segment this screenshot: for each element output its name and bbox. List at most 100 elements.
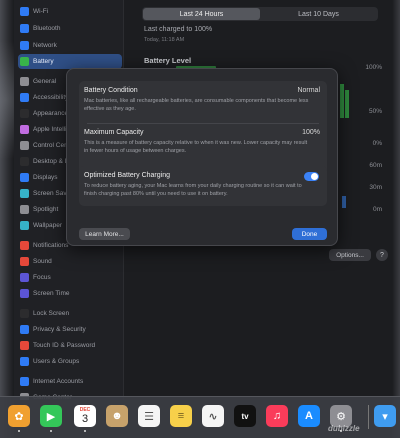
dock-icon-glyph: tv — [241, 411, 249, 421]
optimized-charging-title: Optimized Battery Charging — [84, 172, 170, 179]
downloads-icon[interactable]: ▾ — [374, 405, 396, 427]
reminders-icon[interactable]: ☰ — [138, 405, 160, 427]
battery-health-card: Battery Condition Normal Mac batteries, … — [79, 81, 327, 174]
sidebar-item-icon — [20, 257, 29, 266]
sidebar-item-internet-accounts[interactable]: Internet Accounts — [18, 374, 122, 389]
dock-icon-glyph: ⚙ — [336, 410, 346, 423]
photos-icon[interactable]: ✿ — [8, 405, 30, 427]
sidebar-item-touch-id-password[interactable]: Touch ID & Password — [18, 338, 122, 353]
sidebar-item-label: Screen Time — [33, 290, 70, 297]
optimized-charging-toggle[interactable] — [304, 172, 319, 181]
sidebar-item-label: Displays — [33, 174, 58, 181]
sidebar-item-icon — [20, 24, 29, 33]
sidebar-item-lock-screen[interactable]: Lock Screen — [18, 306, 122, 321]
sidebar-item-screen-time[interactable]: Screen Time — [18, 286, 122, 301]
last-charged-text: Last charged to 100% — [144, 26, 213, 33]
sidebar-item-icon — [20, 109, 29, 118]
sidebar-item-icon — [20, 157, 29, 166]
dock-icon-glyph: ✿ — [14, 410, 24, 423]
sidebar-item-bluetooth[interactable]: Bluetooth — [18, 21, 122, 36]
sidebar-item-focus[interactable]: Focus — [18, 270, 122, 285]
running-indicator — [50, 430, 52, 432]
sidebar-item-battery[interactable]: Battery — [18, 54, 122, 69]
screen-bezel-left — [0, 0, 14, 438]
sidebar-item-privacy-security[interactable]: Privacy & Security — [18, 322, 122, 337]
sidebar-item-label: Users & Groups — [33, 358, 80, 365]
dock-icon-glyph: ♫ — [272, 410, 282, 422]
battery-condition-description: Mac batteries, like all rechargeable bat… — [84, 98, 309, 112]
help-button[interactable]: ? — [376, 249, 388, 261]
sidebar-item-icon — [20, 341, 29, 350]
tab-last-24-hours[interactable]: Last 24 Hours — [143, 8, 260, 20]
running-indicator — [18, 430, 20, 432]
sidebar-item-icon — [20, 221, 29, 230]
sidebar-item-label: Network — [33, 42, 57, 49]
calendar-icon[interactable]: DEC 3 — [74, 405, 96, 427]
battery-condition-value: Normal — [297, 87, 320, 94]
sidebar-item-icon — [20, 125, 29, 134]
tv-icon[interactable]: tv — [234, 405, 256, 427]
last-charged-time: Today, 11:18 AM — [144, 37, 185, 43]
optimized-charging-card: Optimized Battery Charging To reduce bat… — [79, 166, 327, 206]
freeform-icon[interactable]: ∿ — [202, 405, 224, 427]
dock-icon-glyph: ☻ — [111, 410, 123, 422]
dock-icon-glyph: ∿ — [208, 410, 218, 423]
dock-icon-glyph: ≡ — [177, 410, 185, 422]
sidebar-item-icon — [20, 325, 29, 334]
battery-condition-title: Battery Condition — [84, 87, 138, 94]
sidebar-item-icon — [20, 205, 29, 214]
dock-icon-glyph: ☰ — [144, 410, 154, 423]
axis-label-usage-3: 0m — [372, 206, 382, 213]
sidebar-item-wi-fi[interactable]: Wi-Fi — [18, 4, 122, 19]
sidebar-item-label: Spotlight — [33, 206, 59, 213]
sidebar-item-label: General — [33, 78, 57, 85]
sidebar-item-label: Privacy & Security — [33, 326, 86, 333]
sidebar-item-icon — [20, 173, 29, 182]
battery-health-dialog: Battery Condition Normal Mac batteries, … — [66, 68, 338, 246]
maximum-capacity-title: Maximum Capacity — [84, 129, 144, 136]
sidebar-item-label: Notifications — [33, 242, 69, 249]
sidebar-item-icon — [20, 41, 29, 50]
axis-label-usage-1: 60m — [369, 162, 382, 169]
battery-level-heading: Battery Level — [144, 56, 192, 65]
sidebar-item-sound[interactable]: Sound — [18, 254, 122, 269]
sidebar-item-label: Appearance — [33, 110, 69, 117]
sidebar-item-label: Sound — [33, 258, 52, 265]
sidebar-item-label: Wi-Fi — [33, 8, 49, 15]
axis-label-bottom: 0% — [372, 140, 382, 147]
maximum-capacity-value: 100% — [302, 129, 320, 136]
sidebar-item-label: Internet Accounts — [33, 378, 84, 385]
sidebar-item-label: Lock Screen — [33, 310, 70, 317]
contacts-icon[interactable]: ☻ — [106, 405, 128, 427]
facetime-icon[interactable]: ▶ — [40, 405, 62, 427]
music-icon[interactable]: ♫ — [266, 405, 288, 427]
sidebar-item-icon — [20, 57, 29, 66]
battery-level-column — [345, 90, 349, 118]
optimized-charging-description: To reduce battery aging, your Mac learns… — [84, 183, 302, 197]
sidebar-item-icon — [20, 377, 29, 386]
sidebar-item-users-groups[interactable]: Users & Groups — [18, 354, 122, 369]
sidebar-item-icon — [20, 241, 29, 250]
screen-bezel-right — [392, 0, 400, 438]
time-range-segmented-control: Last 24 Hours Last 10 Days — [142, 7, 378, 21]
learn-more-button[interactable]: Learn More... — [79, 228, 130, 240]
notes-icon[interactable]: ≡ — [170, 405, 192, 427]
axis-label-usage-2: 30m — [369, 184, 382, 191]
options-button[interactable]: Options... — [329, 249, 371, 261]
axis-label-mid: 50% — [368, 108, 382, 115]
sidebar-item-icon — [20, 93, 29, 102]
sidebar-item-icon — [20, 357, 29, 366]
sidebar-item-icon — [20, 289, 29, 298]
tab-last-10-days[interactable]: Last 10 Days — [260, 8, 377, 20]
axis-label-top: 100% — [365, 64, 382, 71]
sidebar-item-label: Bluetooth — [33, 25, 61, 32]
sidebar-item-network[interactable]: Network — [18, 38, 122, 53]
sidebar-item-label: Accessibility — [33, 94, 69, 101]
dock-icon-glyph: ▾ — [382, 410, 388, 423]
sidebar-item-icon — [20, 141, 29, 150]
dock-separator — [368, 405, 369, 429]
sidebar-item-icon — [20, 273, 29, 282]
sidebar-item-label: Battery — [33, 58, 54, 65]
done-button[interactable]: Done — [292, 228, 327, 240]
app-store-icon[interactable]: A — [298, 405, 320, 427]
